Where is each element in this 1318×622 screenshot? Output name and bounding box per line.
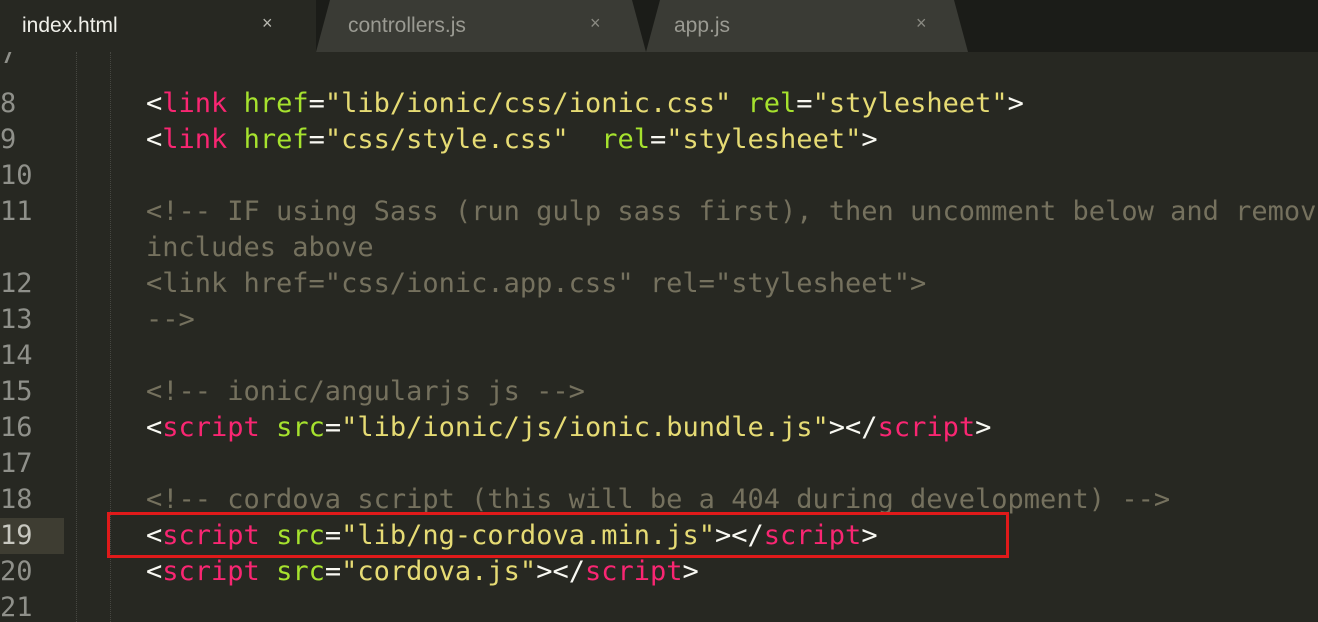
line-number: 10 <box>0 160 33 191</box>
code-line-15: <!-- ionic/angularjs js --> <box>146 376 585 407</box>
line-number: 12 <box>0 268 33 299</box>
line-number: 20 <box>0 556 33 587</box>
line-number <box>0 230 70 266</box>
line-number: 9 <box>0 124 17 155</box>
tab-controllers-js[interactable]: controllers.js × <box>316 0 646 52</box>
line-number: 8 <box>0 88 17 119</box>
code-line-11: <!-- IF using Sass (run gulp sass first)… <box>146 196 1318 227</box>
tab-label: app.js <box>674 14 731 37</box>
code-line-13: --> <box>146 304 195 335</box>
tab-label: controllers.js <box>348 14 466 37</box>
line-number: 11 <box>0 196 33 227</box>
close-icon[interactable]: × <box>262 13 273 34</box>
line-number: 16 <box>0 412 33 443</box>
line-number: 17 <box>0 448 33 479</box>
current-line-number: 19 <box>0 518 64 554</box>
line-number: 14 <box>0 340 33 371</box>
code-line-8: <link href="lib/ionic/css/ionic.css" rel… <box>146 88 1024 119</box>
indent-guide <box>76 52 77 622</box>
line-number: 21 <box>0 592 33 622</box>
tab-bar: index.html × controllers.js × app.js × <box>0 0 1318 52</box>
highlight-annotation-box <box>107 512 1009 558</box>
code-line-12: <link href="css/ionic.app.css" rel="styl… <box>146 268 927 299</box>
code-line-16: <script src="lib/ionic/js/ionic.bundle.j… <box>146 412 992 443</box>
close-icon[interactable]: × <box>590 13 601 34</box>
line-number: 15 <box>0 376 33 407</box>
tab-label: index.html <box>22 14 118 37</box>
code-line-20: <script src="cordova.js"></script> <box>146 556 699 587</box>
code-line-9: <link href="css/style.css" rel="styleshe… <box>146 124 878 155</box>
code-line-11-wrap: includes above <box>146 232 374 263</box>
tab-app-js[interactable]: app.js × <box>646 0 968 52</box>
tab-index-html[interactable]: index.html × <box>0 0 316 52</box>
code-editor[interactable]: 7 8 9 10 11 12 13 14 15 16 17 18 19 20 2… <box>0 52 1318 622</box>
line-number: 13 <box>0 304 33 335</box>
line-number: 18 <box>0 484 33 515</box>
line-number: 7 <box>0 52 17 70</box>
close-icon[interactable]: × <box>916 13 927 34</box>
